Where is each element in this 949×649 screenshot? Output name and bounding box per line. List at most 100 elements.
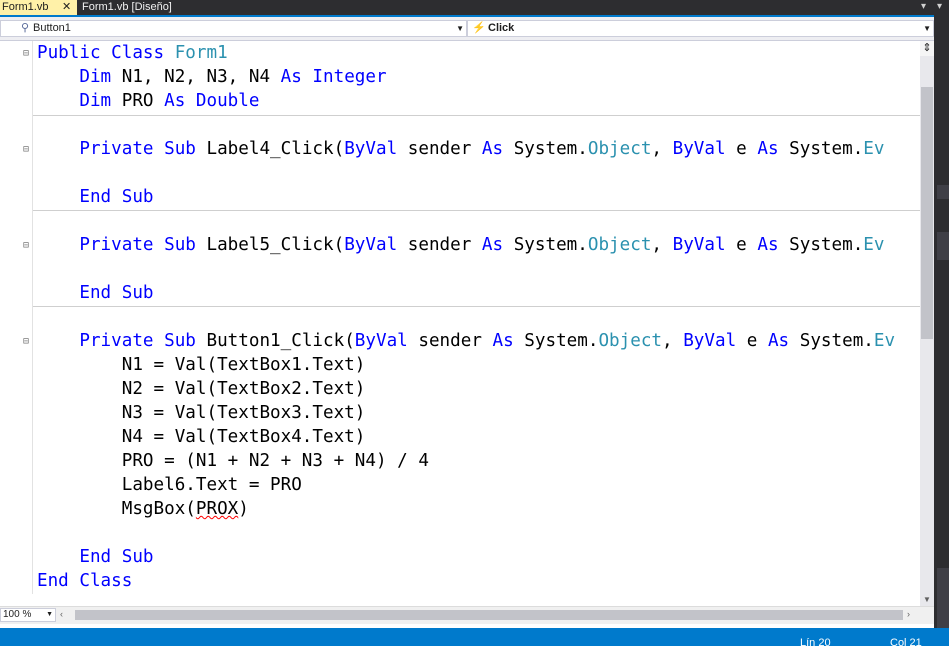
lightning-event-icon: ⚡ xyxy=(472,22,486,34)
code-editor[interactable]: ⊟ ⊟ ⊟ ⊟ Public Class Form1 Dim N1, N2, N… xyxy=(0,41,920,594)
code-text: , xyxy=(662,331,684,351)
scroll-down-icon[interactable]: ▼ xyxy=(920,594,934,606)
status-column-number: Col 21 xyxy=(890,637,922,649)
code-line: PRO = (N1 + N2 + N3 + N4) / 4 xyxy=(37,449,429,473)
object-combobox-value: Button1 xyxy=(33,22,71,34)
code-text: e xyxy=(736,331,768,351)
code-text: System. xyxy=(503,235,588,255)
code-type-name: Ev xyxy=(863,235,885,255)
code-text: , xyxy=(651,235,673,255)
code-keyword: Dim xyxy=(79,67,112,87)
horizontal-scroll-thumb[interactable] xyxy=(75,610,903,620)
code-text: N4 = Val(TextBox4.Text) xyxy=(37,427,366,447)
scroll-left-icon[interactable]: ‹ xyxy=(60,609,63,619)
code-keyword: Class xyxy=(111,43,175,63)
code-keyword: End xyxy=(79,283,112,303)
chevron-down-icon[interactable]: ▼ xyxy=(46,609,53,621)
code-line: Public Class Form1 xyxy=(37,41,228,65)
split-handle-icon[interactable]: ⇕ xyxy=(920,41,934,56)
code-text: System. xyxy=(778,139,864,159)
chevron-down-icon[interactable]: ▼ xyxy=(923,21,931,36)
event-combobox[interactable]: ⚡ Click ▼ xyxy=(467,20,934,37)
code-text: sender xyxy=(397,139,482,159)
code-text: sender xyxy=(407,331,493,351)
collapse-icon[interactable]: ⊟ xyxy=(23,144,32,155)
code-text: MsgBox(PROX) xyxy=(37,499,249,519)
code-keyword: Sub xyxy=(164,139,196,159)
code-keyword: As xyxy=(757,235,779,255)
code-text: Label5_Click( xyxy=(195,235,345,255)
code-line: Private Sub Label5_Click(ByVal sender As… xyxy=(37,233,884,257)
code-text: e xyxy=(725,139,758,159)
object-combobox[interactable]: ⚲ Button1 ▼ xyxy=(0,20,467,37)
chevron-down-icon[interactable]: ▼ xyxy=(456,21,464,36)
navigation-bar: ⚲ Button1 ▼ ⚡ Click ▼ xyxy=(0,17,934,41)
side-panel-tab[interactable] xyxy=(937,232,949,260)
status-bar: Lín 20 Col 21 xyxy=(0,628,949,649)
vertical-scroll-thumb[interactable] xyxy=(921,87,933,339)
code-text: , xyxy=(651,139,673,159)
error-squiggle: PROX xyxy=(195,499,239,519)
tab-form1-vb[interactable]: Form1.vb ✕ xyxy=(0,0,77,15)
code-keyword: Dim xyxy=(79,91,112,111)
collapse-icon[interactable]: ⊟ xyxy=(23,336,32,347)
code-type-name: Object xyxy=(587,235,652,255)
code-keyword: Sub xyxy=(121,187,154,207)
code-type-name: Ev xyxy=(863,139,885,159)
code-keyword: ByVal xyxy=(344,235,398,255)
code-keyword: ByVal xyxy=(672,235,726,255)
tab-form1-design[interactable]: Form1.vb [Diseño] xyxy=(80,0,172,15)
vertical-scrollbar[interactable]: ⇕ ▼ xyxy=(920,41,934,606)
code-line: Private Sub Label4_Click(ByVal sender As… xyxy=(37,137,884,161)
code-keyword: As xyxy=(280,67,302,87)
code-text: Label6.Text = PRO xyxy=(37,475,302,495)
code-keyword: As xyxy=(767,331,790,351)
code-text: System. xyxy=(789,331,874,351)
dropdown-icon[interactable]: ▾ xyxy=(937,1,942,12)
code-keyword: End xyxy=(79,187,112,207)
code-keyword: ByVal xyxy=(344,139,398,159)
code-text: System. xyxy=(778,235,864,255)
code-text: N3 = Val(TextBox3.Text) xyxy=(37,403,366,423)
zoom-level-combobox[interactable]: 100 % ▼ xyxy=(0,608,56,622)
code-text: sender xyxy=(397,235,482,255)
code-type-name: Form1 xyxy=(174,43,228,63)
code-line: N1 = Val(TextBox1.Text) xyxy=(37,353,366,377)
zoom-level-value: 100 % xyxy=(3,609,32,620)
code-text: Button1_Click( xyxy=(195,331,355,351)
procedure-separator xyxy=(33,115,920,116)
tab-list-dropdown-icon[interactable]: ▾ xyxy=(921,0,926,14)
code-text: System. xyxy=(503,139,588,159)
side-panel-tab[interactable] xyxy=(937,568,949,628)
code-keyword: Sub xyxy=(121,283,154,303)
code-line: Private Sub Button1_Click(ByVal sender A… xyxy=(37,329,895,353)
close-icon[interactable]: ✕ xyxy=(62,0,71,14)
code-type-name: Ev xyxy=(873,331,896,351)
code-keyword: Private xyxy=(79,139,154,159)
side-panel-tab[interactable] xyxy=(937,185,949,199)
scroll-right-icon[interactable]: › xyxy=(907,609,910,619)
code-keyword: ByVal xyxy=(672,139,726,159)
code-text: System. xyxy=(513,331,599,351)
code-text: Label4_Click( xyxy=(195,139,345,159)
code-keyword: As xyxy=(492,331,514,351)
code-keyword: End xyxy=(79,547,112,567)
code-line: Label6.Text = PRO xyxy=(37,473,302,497)
code-line: Dim N1, N2, N3, N4 As Integer xyxy=(37,65,387,89)
collapse-icon[interactable]: ⊟ xyxy=(23,240,32,251)
code-keyword: As xyxy=(164,91,186,111)
code-keyword: Integer xyxy=(312,67,387,87)
code-type-name: Object xyxy=(587,139,652,159)
code-keyword: Public xyxy=(37,43,112,63)
code-keyword: As xyxy=(757,139,779,159)
collapse-icon[interactable]: ⊟ xyxy=(23,48,32,59)
code-keyword: End xyxy=(37,571,69,591)
code-text: PRO xyxy=(111,91,165,111)
event-combobox-value: Click xyxy=(488,22,515,34)
